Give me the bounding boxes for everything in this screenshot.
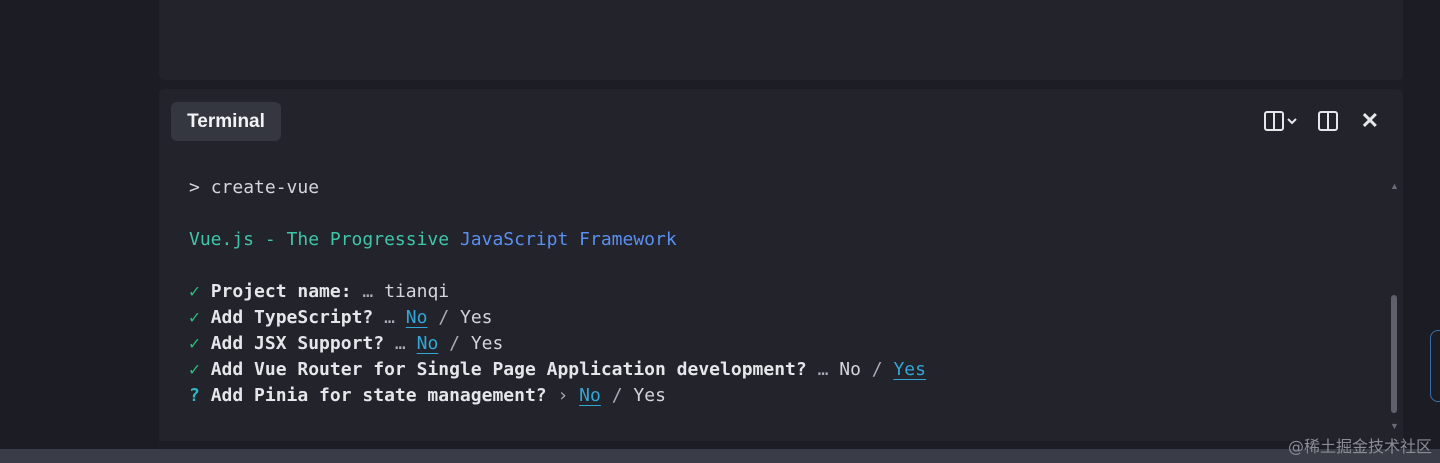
answer-typescript: ✓ Add TypeScript? … No / Yes [189,305,1373,331]
close-terminal-button[interactable]: ✕ [1361,109,1379,133]
left-sidebar [0,0,159,463]
option-yes-selected: Yes [893,359,926,380]
check-icon: ✓ [189,307,200,328]
option-no-selected: No [416,333,439,354]
banner-text-1: Vue.js - The Progressive [189,229,450,250]
option-no-selected: No [405,307,428,328]
command-text: create-vue [210,177,320,198]
answer-value: tianqi [384,281,450,302]
terminal-actions: ✕ [1263,109,1379,133]
tab-terminal[interactable]: Terminal [171,102,281,141]
separator: › [557,385,569,406]
answer-project-name: ✓ Project name: … tianqi [189,279,1373,305]
question-text: Add TypeScript? [210,307,374,328]
prompt-symbol: > [189,177,200,198]
answer-vue-router: ✓ Add Vue Router for Single Page Applica… [189,357,1373,383]
separator: … [384,307,395,328]
option-yes[interactable]: Yes [633,385,666,406]
separator: … [362,281,374,302]
banner-text-3: Framework [579,229,677,250]
option-slash: / [871,359,883,380]
separator: … [817,359,829,380]
command-line: > create-vue [189,175,1373,201]
separator: … [394,333,406,354]
ide-window: Terminal ✕ > create-vue Vue.js - The Pro… [0,0,1440,463]
check-icon: ✓ [189,359,200,380]
option-no: No [839,359,861,380]
banner-text-2: JavaScript [459,229,569,250]
split-panel-button[interactable] [1317,109,1339,133]
scroll-down-arrow-icon[interactable]: ▼ [1390,421,1399,431]
check-icon: ✓ [189,281,200,302]
question-text: Project name: [210,281,352,302]
option-slash: / [438,307,450,328]
terminal-panel: Terminal ✕ > create-vue Vue.js - The Pro… [159,89,1403,441]
vue-banner: Vue.js - The Progressive JavaScript Fram… [189,227,1373,253]
question-text: Add JSX Support? [210,333,385,354]
tab-terminal-label: Terminal [187,110,265,132]
terminal-scrollbar[interactable]: ▲ ▼ [1389,181,1399,441]
option-yes: Yes [470,333,504,354]
question-pinia: ? Add Pinia for state management? › No /… [189,383,1373,409]
scroll-up-arrow-icon[interactable]: ▲ [1390,181,1399,191]
edge-panel-handle[interactable] [1430,330,1440,402]
option-slash: / [449,333,460,354]
watermark-text: @稀土掘金技术社区 [1287,437,1432,456]
status-bar [0,449,1440,463]
question-text: Add Pinia for state management? [210,385,547,406]
close-icon: ✕ [1360,108,1379,133]
split-dropdown-icon [1263,111,1297,131]
option-slash: / [611,385,623,406]
answer-jsx: ✓ Add JSX Support? … No / Yes [189,331,1373,357]
split-dropdown-button[interactable] [1263,109,1299,133]
split-panel-icon [1317,111,1338,131]
editor-panel [159,0,1403,80]
scroll-thumb[interactable] [1391,295,1397,413]
terminal-output[interactable]: > create-vue Vue.js - The Progressive Ja… [189,175,1373,409]
question-text: Add Vue Router for Single Page Applicati… [210,359,807,380]
check-icon: ✓ [189,333,200,354]
option-no-selected[interactable]: No [579,385,601,406]
option-yes: Yes [460,307,493,328]
question-mark-icon: ? [189,385,200,406]
